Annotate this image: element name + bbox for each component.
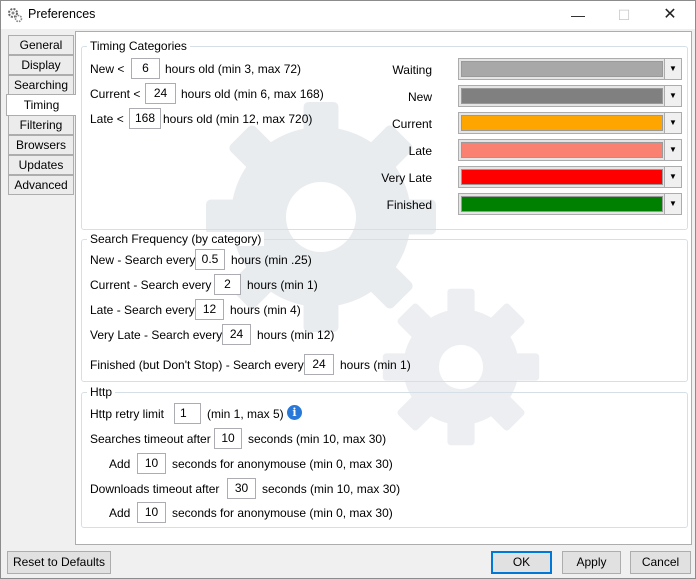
maximize-button[interactable]: ☐ [601, 1, 647, 29]
new-frequency-hint: hours (min .25) [231, 253, 312, 267]
tab-filtering[interactable]: Filtering [8, 115, 74, 135]
search-add-prefix: Add [109, 457, 131, 471]
new-frequency-prefix: New - Search every [90, 253, 196, 267]
tab-timing[interactable]: Timing [6, 94, 76, 116]
title-bar: Preferences — ☐ ✕ [1, 1, 695, 29]
download-timeout-hint: seconds (min 10, max 30) [262, 482, 401, 496]
very-late-frequency-hint: hours (min 12) [257, 328, 335, 342]
reset-to-defaults-button[interactable]: Reset to Defaults [7, 551, 111, 574]
search-timeout-hint: seconds (min 10, max 30) [248, 432, 387, 446]
finished-color-swatch [461, 196, 663, 212]
finished-frequency-prefix: Finished (but Don't Stop) - Search every [90, 358, 304, 372]
late-threshold-hint: hours old (min 12, max 720) [163, 112, 313, 126]
preferences-window: Preferences — ☐ ✕ General Display Search… [0, 0, 696, 579]
window-title: Preferences [28, 7, 96, 21]
late-color-swatch [461, 142, 663, 158]
late-threshold-input[interactable]: 168 [129, 108, 161, 129]
waiting-color-swatch [461, 61, 663, 77]
search-frequency-group: Search Frequency (by category) New - Sea… [81, 232, 688, 382]
late-threshold-prefix: Late < [90, 112, 124, 126]
tab-display[interactable]: Display [8, 55, 74, 75]
late-frequency-prefix: Late - Search every [90, 303, 195, 317]
very-late-frequency-input[interactable]: 24 [222, 324, 251, 345]
very-late-color-select[interactable]: ▼ [458, 166, 682, 188]
very-late-frequency-prefix: Very Late - Search every [90, 328, 223, 342]
download-add-prefix: Add [109, 506, 131, 520]
tab-updates[interactable]: Updates [8, 155, 74, 175]
finished-frequency-hint: hours (min 1) [340, 358, 411, 372]
chevron-down-icon[interactable]: ▼ [664, 59, 681, 79]
cancel-button[interactable]: Cancel [630, 551, 691, 574]
download-add-hint: seconds for anonymouse (min 0, max 30) [172, 506, 393, 520]
close-button[interactable]: ✕ [647, 1, 693, 29]
current-color-swatch [461, 115, 663, 131]
very-late-color-label: Very Late [381, 171, 432, 185]
very-late-color-swatch [461, 169, 663, 185]
current-frequency-prefix: Current - Search every [90, 278, 212, 292]
search-timeout-input[interactable]: 10 [214, 428, 242, 449]
gears-icon [8, 8, 23, 23]
search-timeout-prefix: Searches timeout after [90, 432, 211, 446]
tab-searching[interactable]: Searching [8, 75, 74, 95]
minimize-button[interactable]: — [555, 1, 601, 29]
tab-browsers[interactable]: Browsers [8, 135, 74, 155]
group-title: Search Frequency (by category) [87, 232, 265, 246]
finished-frequency-input[interactable]: 24 [304, 354, 334, 375]
chevron-down-icon[interactable]: ▼ [664, 113, 681, 133]
download-add-input[interactable]: 10 [137, 502, 166, 523]
waiting-color-label: Waiting [392, 63, 432, 77]
new-threshold-input[interactable]: 6 [131, 58, 160, 79]
tab-general[interactable]: General [8, 35, 74, 55]
current-threshold-input[interactable]: 24 [145, 83, 176, 104]
waiting-color-select[interactable]: ▼ [458, 58, 682, 80]
new-threshold-prefix: New < [90, 62, 125, 76]
chevron-down-icon[interactable]: ▼ [664, 194, 681, 214]
finished-color-label: Finished [386, 198, 432, 212]
late-color-select[interactable]: ▼ [458, 139, 682, 161]
retry-limit-input[interactable]: 1 [174, 403, 201, 424]
new-color-select[interactable]: ▼ [458, 85, 682, 107]
search-add-hint: seconds for anonymouse (min 0, max 30) [172, 457, 393, 471]
chevron-down-icon[interactable]: ▼ [664, 140, 681, 160]
info-icon[interactable]: i [287, 405, 302, 420]
new-color-swatch [461, 88, 663, 104]
new-color-label: New [407, 90, 432, 104]
current-frequency-hint: hours (min 1) [247, 278, 318, 292]
group-title: Timing Categories [87, 39, 190, 53]
retry-limit-hint: (min 1, max 5) [207, 407, 284, 421]
download-timeout-prefix: Downloads timeout after [90, 482, 220, 496]
chevron-down-icon[interactable]: ▼ [664, 167, 681, 187]
new-frequency-input[interactable]: 0.5 [195, 249, 225, 270]
late-frequency-input[interactable]: 12 [195, 299, 224, 320]
late-color-label: Late [408, 144, 432, 158]
search-add-input[interactable]: 10 [137, 453, 166, 474]
tab-advanced[interactable]: Advanced [8, 175, 74, 195]
group-title: Http [87, 385, 116, 399]
late-frequency-hint: hours (min 4) [230, 303, 301, 317]
timing-categories-group: Timing Categories New < 6 hours old (min… [81, 39, 688, 230]
apply-button[interactable]: Apply [562, 551, 621, 574]
new-threshold-hint: hours old (min 3, max 72) [165, 62, 302, 76]
chevron-down-icon[interactable]: ▼ [664, 86, 681, 106]
download-timeout-input[interactable]: 30 [227, 478, 256, 499]
retry-limit-prefix: Http retry limit [90, 407, 165, 421]
current-frequency-input[interactable]: 2 [214, 274, 241, 295]
timing-panel: Timing Categories New < 6 hours old (min… [75, 31, 692, 545]
http-group: Http Http retry limit 1 (min 1, max 5) i… [81, 385, 688, 528]
ok-button[interactable]: OK [491, 551, 552, 574]
current-threshold-prefix: Current < [90, 87, 141, 101]
current-color-label: Current [391, 117, 432, 131]
current-threshold-hint: hours old (min 6, max 168) [181, 87, 324, 101]
finished-color-select[interactable]: ▼ [458, 193, 682, 215]
current-color-select[interactable]: ▼ [458, 112, 682, 134]
